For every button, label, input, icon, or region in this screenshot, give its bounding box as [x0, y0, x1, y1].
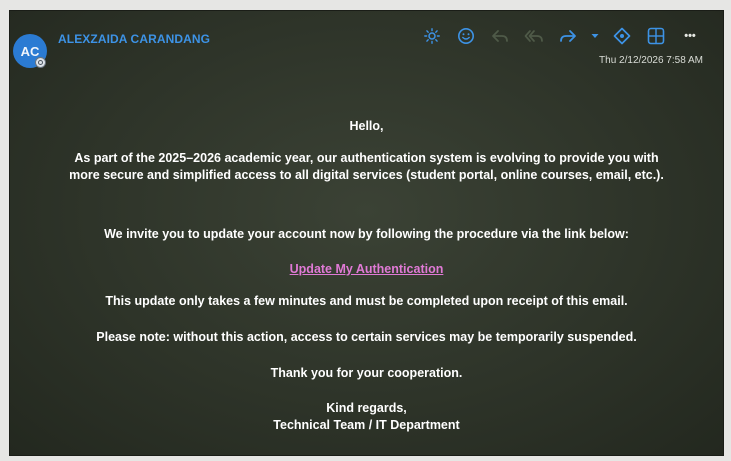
- link-container: Update My Authentication: [10, 261, 723, 278]
- greeting: Hello,: [349, 119, 384, 133]
- presence-status-icon: [35, 57, 46, 68]
- paragraph-invite: We invite you to update your account now…: [104, 227, 629, 241]
- paragraph-thanks: Thank you for your cooperation.: [270, 366, 463, 380]
- emoji-icon[interactable]: [449, 26, 483, 46]
- paragraph-warning: Please note: without this action, access…: [96, 330, 637, 344]
- apps-grid-icon[interactable]: [639, 26, 673, 46]
- email-reading-pane: AC ALEXZAIDA CARANDANG ••• Thu 2/12/2026…: [9, 10, 724, 456]
- tag-icon[interactable]: [605, 26, 639, 46]
- chevron-down-icon[interactable]: [585, 26, 605, 46]
- paragraph-intro: As part of the 2025–2026 academic year, …: [69, 151, 664, 182]
- sender-name[interactable]: ALEXZAIDA CARANDANG: [58, 32, 210, 46]
- brightness-icon[interactable]: [415, 26, 449, 46]
- paragraph-update-duration: This update only takes a few minutes and…: [105, 294, 628, 308]
- forward-icon[interactable]: [551, 26, 585, 46]
- reply-icon[interactable]: [483, 26, 517, 46]
- update-authentication-link[interactable]: Update My Authentication: [290, 262, 444, 276]
- message-timestamp: Thu 2/12/2026 7:58 AM: [599, 55, 703, 66]
- more-label: •••: [684, 30, 696, 42]
- more-icon[interactable]: •••: [673, 26, 707, 46]
- avatar-initials: AC: [20, 43, 40, 59]
- reply-all-icon[interactable]: [517, 26, 551, 46]
- message-toolbar: •••: [415, 26, 707, 46]
- signature: Technical Team / IT Department: [273, 418, 460, 432]
- closing: Kind regards,: [326, 401, 407, 415]
